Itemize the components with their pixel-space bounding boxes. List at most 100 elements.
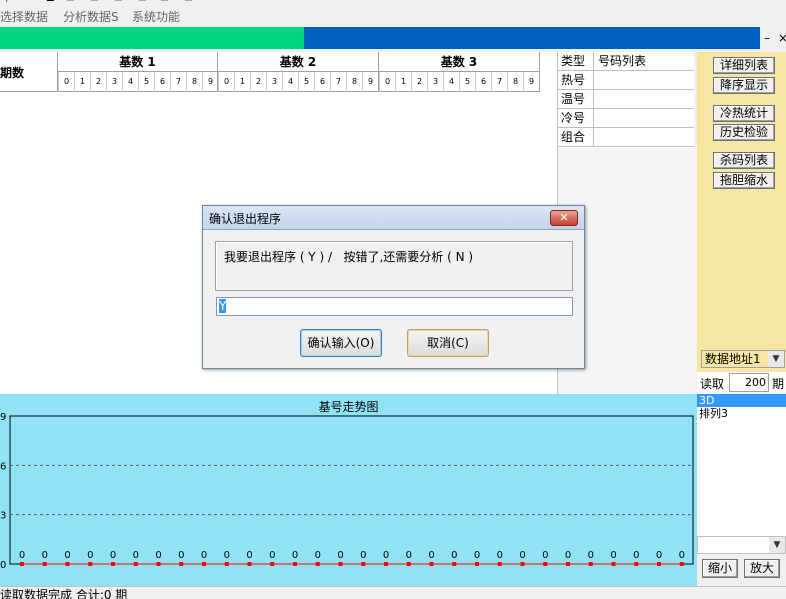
digit-header: 0 [58,72,74,92]
table-row[interactable]: 组合 [558,128,694,147]
drag-shrink-button[interactable]: 拖胆缩水 [713,172,775,189]
digit-header: 2 [411,72,427,92]
kill-code-list-button[interactable]: 杀码列表 [713,152,775,169]
digit-header: 1 [395,72,411,92]
digit-header: 0 [218,72,234,92]
digit-header: 3 [427,72,443,92]
digit-header: 8 [507,72,523,92]
digit-header: 3 [106,72,122,92]
data-point [338,562,343,566]
list-item[interactable]: 3D [697,394,786,407]
detail-list-button[interactable]: 详细列表 [713,57,775,74]
group-base-1: 基数 1 0123456789 [57,52,217,92]
digit-header: 9 [362,72,378,92]
tool-icon[interactable]: ▸ [26,0,38,3]
data-point [611,562,616,566]
data-label: 0 [110,550,116,561]
data-point [247,562,252,566]
y-tick-label: 6 [0,461,6,472]
data-label: 0 [474,550,480,561]
shrink-button[interactable]: 缩小 [702,559,738,578]
function-panel: 详细列表 降序显示 冷热统计 历史检验 杀码列表 拖胆缩水 数据地址1 ▼ [697,52,786,394]
data-point [293,562,297,566]
period-header: 期数 [0,66,25,80]
menu-system-functions[interactable]: 系统功能 [132,8,180,25]
data-label: 0 [64,550,70,561]
data-point [634,562,639,566]
digit-header: 0 [379,72,395,92]
data-label: 0 [315,550,321,561]
group-base-2: 基数 2 0123456789 [217,52,378,92]
dialog-message-box: 我要退出程序 ( Y ) / 按错了,还需要分析 ( N ) [215,241,573,291]
data-point [361,562,366,566]
group-title: 基数 2 [218,52,378,72]
data-label: 0 [610,550,616,561]
data-label: 0 [178,550,184,561]
digit-header: 7 [491,72,507,92]
y-tick-label: 0 [0,560,6,571]
status-text: 读取数据完成 合计:0 期 [0,588,128,599]
digit-header: 4 [282,72,298,92]
list-cell [594,90,694,109]
exit-icon[interactable]: ⚑ [212,0,224,3]
menu-select-data[interactable]: 选择数据 [0,8,48,25]
table-row[interactable]: 冷号 [558,109,694,128]
data-label: 0 [155,550,161,561]
dialog-close-button[interactable]: ✕ [550,210,578,226]
chart-icon[interactable]: ▥ [114,0,126,3]
chevron-down-icon[interactable]: ▼ [768,351,784,367]
data-label: 0 [19,550,25,561]
enlarge-button[interactable]: 放大 [744,559,780,578]
data-address-select[interactable]: 数据地址1 ▼ [701,350,785,368]
confirm-input-button[interactable]: 确认输入(O) [300,329,382,357]
chevron-down-icon[interactable]: ▼ [769,537,785,553]
digit-header: 4 [122,72,138,92]
status-bar: 读取数据完成 合计:0 期 [0,586,786,599]
data-address-value: 数据地址1 [705,352,761,366]
minimize-button[interactable]: – [764,27,770,49]
type-table: 类型 号码列表 热号 温号 冷号 组合 [558,52,694,148]
type-cell: 组合 [558,128,594,147]
data-point [270,562,275,566]
data-point [133,562,138,566]
data-label: 0 [292,550,298,561]
chart-icon[interactable]: ▥ [66,0,78,3]
data-point [475,562,479,566]
data-point [657,562,661,566]
menu-analyze-data[interactable]: 分析数据S [63,8,119,25]
chart-icon[interactable]: ▥ [90,0,102,3]
list-cell [594,128,694,147]
data-point [65,562,70,566]
data-point [42,562,47,566]
digit-header: 9 [523,72,539,92]
data-label: 0 [656,550,662,561]
read-period-input[interactable]: 200 [729,373,769,392]
lottery-type-list[interactable]: 3D 排列3 [697,394,786,554]
digit-header: 3 [266,72,282,92]
digit-header: 6 [154,72,170,92]
data-point [406,562,411,566]
chart-title: 基号走势图 [318,400,379,414]
data-point [452,562,457,566]
progress-bar [0,27,760,49]
list-item[interactable]: 排列3 [697,407,786,420]
data-label: 0 [588,550,594,561]
chart-icon[interactable]: ▥ [160,0,172,3]
tool-icon[interactable]: ■ [46,0,58,3]
hot-cold-stats-button[interactable]: 冷热统计 [713,105,775,122]
data-label: 0 [679,550,685,561]
tool-icon[interactable]: ┃ [4,0,16,3]
table-row[interactable]: 热号 [558,71,694,90]
list-dropdown[interactable]: ▼ [697,536,786,554]
group-base-3: 基数 3 0123456789 [378,52,540,92]
history-check-button[interactable]: 历史检验 [713,124,775,141]
cancel-button[interactable]: 取消(C) [407,329,489,357]
table-row[interactable]: 温号 [558,90,694,109]
close-button[interactable]: × [778,27,786,49]
dialog-answer-input[interactable]: Y [216,297,573,316]
chart-icon[interactable]: ▥ [184,0,196,3]
descending-display-button[interactable]: 降序显示 [713,77,775,94]
chart-icon[interactable]: ▥ [138,0,150,3]
data-label: 0 [633,550,639,561]
data-label: 0 [406,550,412,561]
